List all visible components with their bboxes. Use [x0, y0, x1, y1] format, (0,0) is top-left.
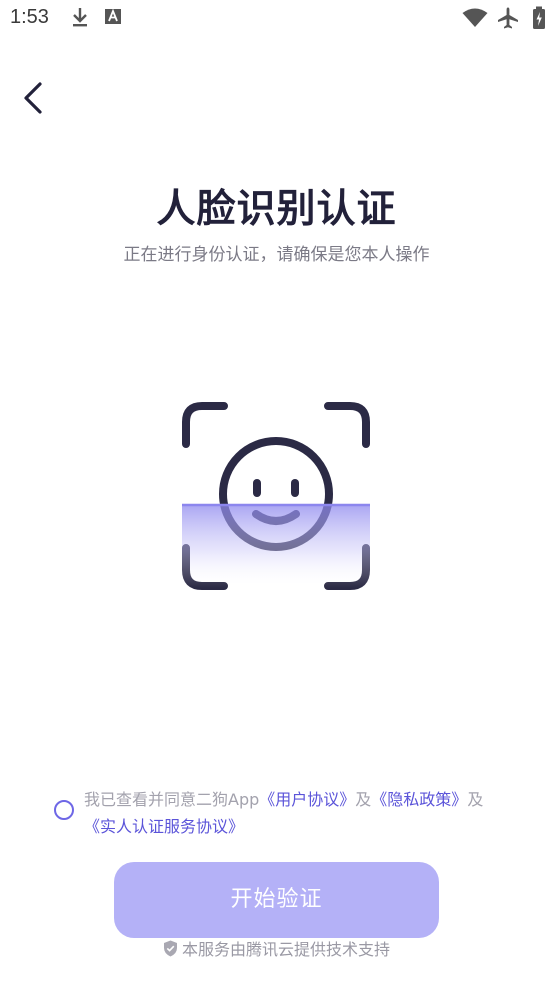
status-time: 1:53 [10, 6, 49, 28]
start-verification-button[interactable]: 开始验证 [114, 862, 439, 938]
face-scan-illustration [178, 398, 374, 594]
text-icon [104, 6, 122, 30]
chevron-left-icon [24, 82, 42, 114]
page-title: 人脸识别认证 [156, 187, 397, 232]
back-button[interactable] [14, 76, 54, 120]
agreement-and-1: 及 [355, 790, 372, 809]
privacy-policy-link[interactable]: 《隐私政策》 [371, 790, 467, 809]
battery-icon [532, 6, 546, 34]
footer-note: 本服务由腾讯云提供技术支持 [0, 936, 553, 960]
status-bar: 1:53 [0, 0, 553, 38]
agree-checkbox[interactable] [54, 800, 74, 820]
agreement-text: 我已查看并同意二狗App《用户协议》及《隐私政策》及《实人认证服务协议》 [84, 786, 494, 840]
realname-agreement-link[interactable]: 《实人认证服务协议》 [84, 817, 244, 836]
shield-check-icon [163, 940, 177, 957]
footer-note-text: 本服务由腾讯云提供技术支持 [181, 940, 390, 959]
airplane-icon [496, 6, 520, 34]
wifi-icon [462, 8, 488, 32]
download-icon [70, 6, 90, 32]
user-agreement-link[interactable]: 《用户协议》 [259, 790, 355, 809]
agreement-and-2: 及 [467, 790, 484, 809]
page-subtitle: 正在进行身份认证，请确保是您本人操作 [123, 245, 430, 265]
face-scan-icon [182, 402, 370, 590]
agreement-prefix: 我已查看并同意二狗App [84, 790, 260, 809]
